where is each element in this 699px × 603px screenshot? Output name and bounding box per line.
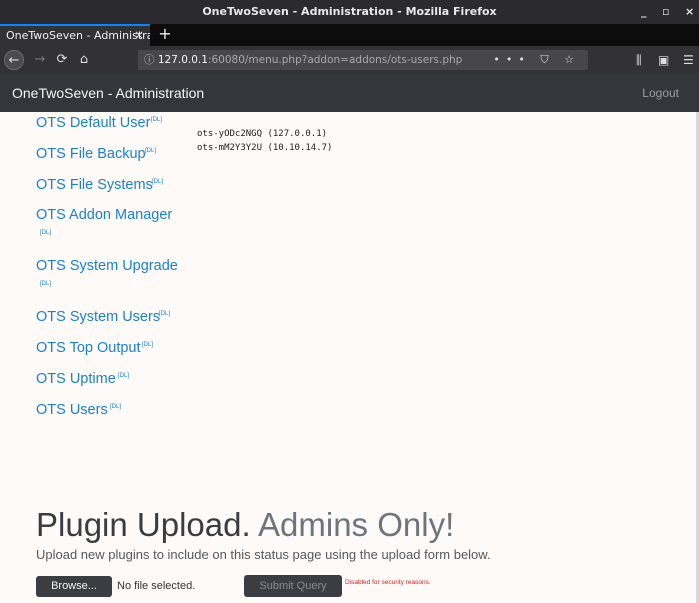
output-line: ots-mM2Y3Y2U (10.10.14.7) [197, 143, 333, 153]
file-status: No file selected. [117, 580, 196, 592]
url-host: 127.0.0.1 [157, 54, 208, 66]
disabled-note: Disabled for security reasons. [345, 579, 431, 586]
tab-title: OneTwoSeven - Administrat [6, 29, 150, 42]
logout-link[interactable]: Logout [642, 74, 679, 112]
home-button[interactable]: ⌂ [74, 50, 94, 70]
new-tab-button[interactable]: + [156, 24, 174, 46]
plugin-link-default-user[interactable]: OTS Default User [36, 115, 150, 131]
tab-bar: OneTwoSeven - Administrat × + [0, 24, 699, 46]
maximize-button[interactable]: ▫ [662, 0, 669, 24]
plugin-link-addon-manager[interactable]: OTS Addon Manager [36, 207, 172, 223]
url-path: :60080/menu.php?addon=addons/ots-users.p… [207, 54, 463, 66]
plugin-download-link[interactable]: [DL] [159, 311, 170, 317]
plugin-link-uptime[interactable]: OTS Uptime [36, 371, 116, 387]
tab-close-icon[interactable]: × [134, 26, 144, 45]
menu-icon[interactable]: ☰ [683, 50, 694, 70]
info-icon[interactable]: ⓘ [144, 54, 155, 66]
output-line: ots-yODc2NGQ (127.0.0.1) [197, 129, 328, 139]
url-bar[interactable]: ⓘ 127.0.0.1:60080/menu.php?addon=addons/… [138, 50, 588, 70]
tab-active[interactable]: OneTwoSeven - Administrat × [0, 24, 150, 46]
forward-button[interactable]: → [30, 50, 50, 70]
close-window-button[interactable]: × [685, 0, 694, 24]
plugin-link-users[interactable]: OTS Users [36, 402, 108, 418]
plugin-download-link[interactable]: [DL] [151, 117, 162, 123]
plugin-link-file-systems[interactable]: OTS File Systems [36, 177, 153, 193]
plugin-link-file-backup[interactable]: OTS File Backup [36, 146, 146, 162]
window-title: OneTwoSeven - Administration - Mozilla F… [0, 0, 699, 24]
plugin-download-link[interactable]: [DL] [145, 148, 156, 154]
browse-button[interactable]: Browse... [36, 576, 112, 597]
plugin-link-system-upgrade[interactable]: OTS System Upgrade [36, 258, 178, 274]
page-viewport: OneTwoSeven - Administration Logout OTS … [0, 74, 699, 603]
plugin-download-link[interactable]: [DL] [142, 342, 153, 348]
plugin-link-top-output[interactable]: OTS Top Output [36, 340, 141, 356]
plugin-download-link[interactable]: [DL] [118, 373, 129, 379]
site-brand[interactable]: OneTwoSeven - Administration [12, 74, 204, 112]
sidebar-icon[interactable]: ▣ [658, 50, 669, 70]
upload-heading: Plugin Upload. Admins Only! [36, 506, 454, 544]
plugin-download-link[interactable]: [DL] [110, 404, 121, 410]
submit-button[interactable]: Submit Query [244, 575, 342, 597]
plugin-download-link[interactable]: [DL] [40, 281, 51, 287]
plugin-download-link[interactable]: [DL] [40, 230, 51, 236]
library-icon[interactable]: ⫼ [636, 50, 642, 70]
page-actions-icon[interactable]: ••• ⛉ ☆ [493, 50, 580, 70]
back-button[interactable]: ← [4, 50, 24, 70]
upload-description: Upload new plugins to include on this st… [36, 547, 491, 562]
minimize-button[interactable]: _ [641, 0, 647, 24]
plugin-output: ots-yODc2NGQ (127.0.0.1) ots-mM2Y3Y2U (1… [197, 127, 332, 155]
plugin-download-link[interactable]: [DL] [152, 179, 163, 185]
upload-heading-main: Plugin Upload. [36, 506, 251, 543]
site-navbar: OneTwoSeven - Administration Logout [0, 74, 699, 112]
upload-heading-muted: Admins Only! [258, 506, 455, 543]
plugin-link-system-users[interactable]: OTS System Users [36, 309, 160, 325]
reload-button[interactable]: ⟳ [52, 50, 72, 70]
navigation-toolbar: ← → ⟳ ⌂ ⓘ 127.0.0.1:60080/menu.php?addon… [0, 46, 699, 74]
